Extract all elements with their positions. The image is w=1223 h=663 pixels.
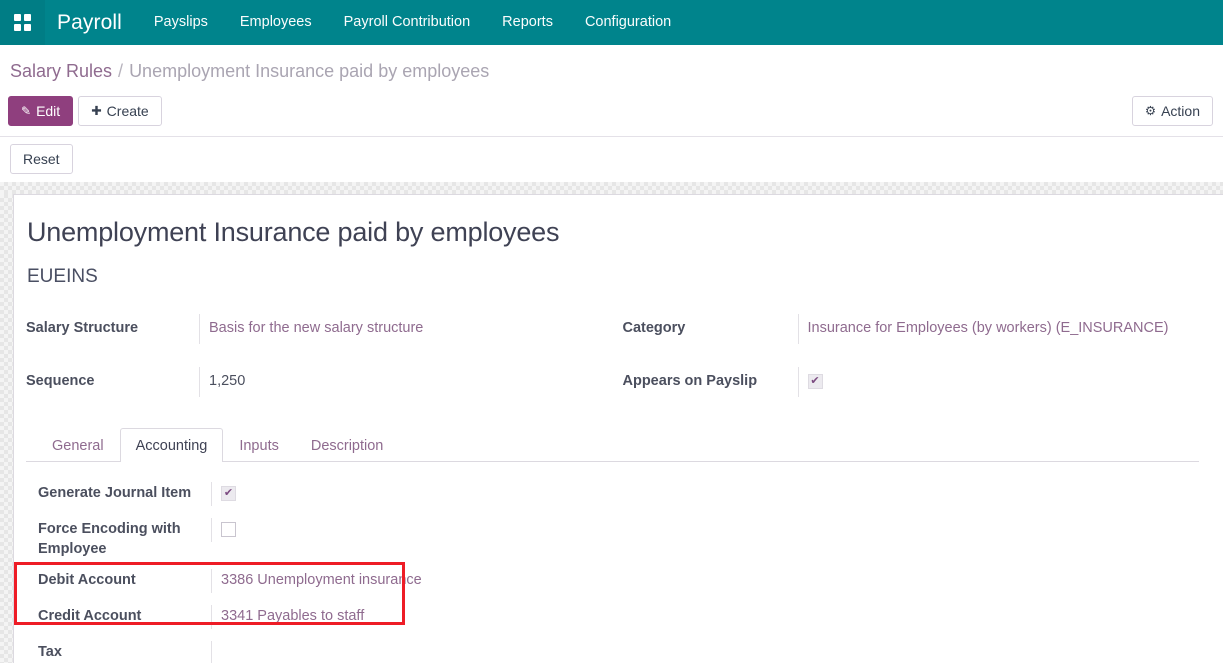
tab-description[interactable]: Description <box>295 428 400 462</box>
field-credit-account: Credit Account 3341 Payables to staff <box>38 605 678 631</box>
action-button-label: Action <box>1161 104 1200 118</box>
credit-account-link[interactable]: 3341 Payables to staff <box>221 608 364 624</box>
action-button[interactable]: ⚙ Action <box>1132 96 1213 126</box>
field-appears-on-payslip-label: Appears on Payslip <box>623 367 798 392</box>
form-fields-grid: Salary Structure Basis for the new salar… <box>26 314 1199 420</box>
tab-inputs[interactable]: Inputs <box>223 428 295 462</box>
menu-item-reports[interactable]: Reports <box>486 0 569 45</box>
tab-panel-accounting: Generate Journal Item ✔ Force Encoding w… <box>26 462 1199 663</box>
apps-menu-button[interactable] <box>0 0 45 45</box>
menu-item-payslips[interactable]: Payslips <box>138 0 224 45</box>
field-sequence: Sequence 1,250 <box>26 367 613 397</box>
field-appears-on-payslip-value: ✔ <box>798 367 1200 397</box>
page-title: Unemployment Insurance paid by employees <box>27 217 1199 248</box>
generate-journal-item-checkbox[interactable]: ✔ <box>221 486 236 501</box>
field-force-encoding-with-employee: Force Encoding with Employee <box>38 518 678 559</box>
record-action-group: ✎ Edit ✚ Create <box>8 96 162 126</box>
field-appears-on-payslip: Appears on Payslip ✔ <box>623 367 1200 397</box>
field-debit-account-label: Debit Account <box>38 569 211 591</box>
check-icon: ✔ <box>810 376 819 387</box>
field-tax-label: Tax <box>38 641 211 663</box>
create-button[interactable]: ✚ Create <box>78 96 162 126</box>
edit-button[interactable]: ✎ Edit <box>8 96 73 126</box>
menu-item-employees[interactable]: Employees <box>224 0 328 45</box>
breadcrumb-current-record: Unemployment Insurance paid by employees <box>129 61 489 82</box>
appears-on-payslip-checkbox[interactable]: ✔ <box>808 374 823 389</box>
field-debit-account-value: 3386 Unemployment insurance <box>211 569 611 593</box>
tab-general[interactable]: General <box>36 428 120 462</box>
notebook: General Accounting Inputs Description Ge… <box>26 428 1199 663</box>
field-credit-account-value: 3341 Payables to staff <box>211 605 611 629</box>
field-sequence-label: Sequence <box>26 367 199 392</box>
breadcrumb-separator: / <box>118 61 123 82</box>
field-category-label: Category <box>623 314 798 339</box>
create-button-label: Create <box>107 104 149 118</box>
record-code: EUEINS <box>27 266 1199 288</box>
main-menu: Payslips Employees Payroll Contribution … <box>138 0 687 45</box>
form-column-left: Salary Structure Basis for the new salar… <box>26 314 613 420</box>
form-column-right: Category Insurance for Employees (by wor… <box>613 314 1200 420</box>
pencil-icon: ✎ <box>21 105 31 117</box>
action-menu-wrapper: ⚙ Action <box>1132 96 1213 126</box>
secondary-button-row: Reset <box>0 137 1223 182</box>
field-debit-account: Debit Account 3386 Unemployment insuranc… <box>38 569 678 595</box>
breadcrumb-link-salary-rules[interactable]: Salary Rules <box>10 61 112 82</box>
field-salary-structure-label: Salary Structure <box>26 314 199 339</box>
menu-item-payroll-contribution[interactable]: Payroll Contribution <box>328 0 487 45</box>
breadcrumb: Salary Rules / Unemployment Insurance pa… <box>0 45 1223 92</box>
form-sheet: Unemployment Insurance paid by employees… <box>13 194 1223 663</box>
field-force-encoding-with-employee-value <box>211 518 611 542</box>
notebook-tabs: General Accounting Inputs Description <box>26 428 1199 462</box>
gear-icon: ⚙ <box>1145 105 1156 118</box>
field-generate-journal-item: Generate Journal Item ✔ <box>38 482 678 508</box>
tab-accounting[interactable]: Accounting <box>120 428 224 462</box>
field-category-value: Insurance for Employees (by workers) (E_… <box>798 314 1200 344</box>
field-sequence-value: 1,250 <box>199 367 613 397</box>
check-icon: ✔ <box>224 488 233 499</box>
edit-button-label: Edit <box>36 104 60 118</box>
top-navbar: Payroll Payslips Employees Payroll Contr… <box>0 0 1223 45</box>
apps-grid-icon <box>14 14 31 31</box>
field-tax-value[interactable] <box>211 641 611 663</box>
debit-account-link[interactable]: 3386 Unemployment insurance <box>221 572 422 588</box>
app-brand-title[interactable]: Payroll <box>45 11 138 35</box>
category-link[interactable]: Insurance for Employees (by workers) (E_… <box>808 320 1169 336</box>
field-generate-journal-item-label: Generate Journal Item <box>38 482 211 504</box>
salary-structure-link[interactable]: Basis for the new salary structure <box>209 320 423 336</box>
field-category: Category Insurance for Employees (by wor… <box>623 314 1200 344</box>
page-background-strip <box>0 182 1223 194</box>
reset-button-label: Reset <box>23 152 60 166</box>
page-body: Unemployment Insurance paid by employees… <box>0 194 1223 663</box>
field-tax: Tax <box>38 641 678 663</box>
menu-item-configuration[interactable]: Configuration <box>569 0 687 45</box>
force-encoding-with-employee-checkbox[interactable] <box>221 522 236 537</box>
field-generate-journal-item-value: ✔ <box>211 482 611 506</box>
field-salary-structure-value: Basis for the new salary structure <box>199 314 613 344</box>
field-salary-structure: Salary Structure Basis for the new salar… <box>26 314 613 344</box>
plus-icon: ✚ <box>91 105 101 118</box>
reset-button[interactable]: Reset <box>10 144 73 174</box>
page-background-left <box>0 194 13 663</box>
field-force-encoding-with-employee-label: Force Encoding with Employee <box>38 518 211 559</box>
control-panel-buttons: ✎ Edit ✚ Create ⚙ Action <box>0 92 1223 130</box>
field-credit-account-label: Credit Account <box>38 605 211 627</box>
